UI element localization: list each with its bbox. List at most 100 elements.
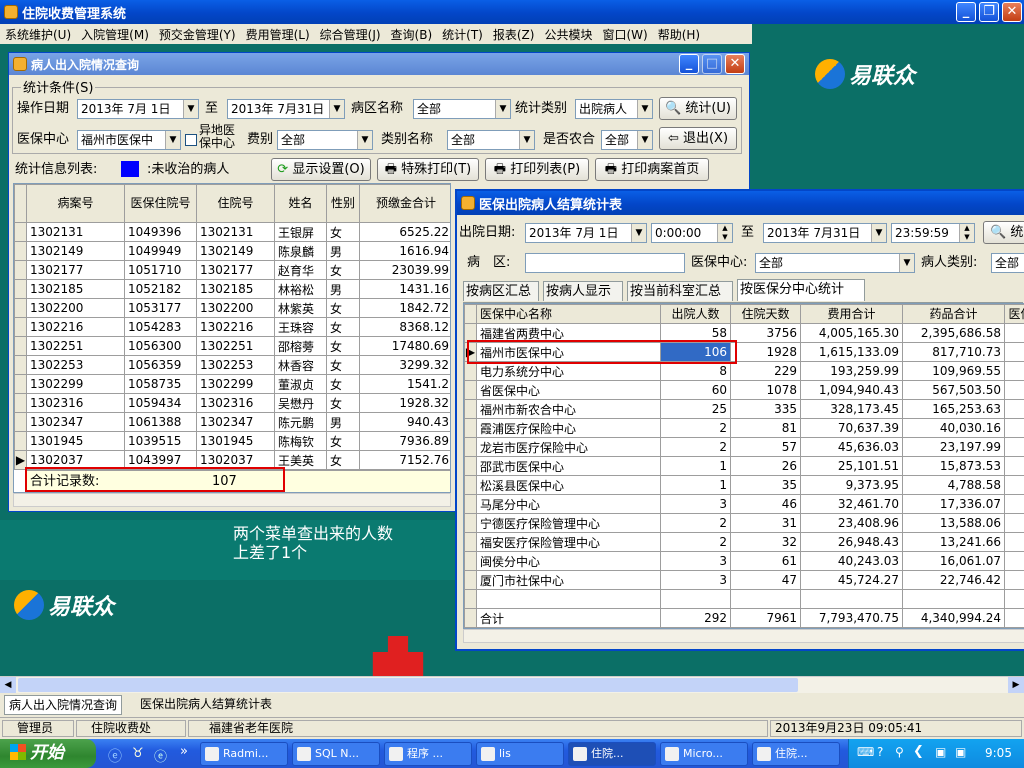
center-select[interactable]: 福州市医保中 ▼ xyxy=(77,130,181,150)
column-header[interactable]: 预缴金合计 xyxy=(359,184,450,223)
chevron-down-icon[interactable]: ▼ xyxy=(637,131,652,149)
column-header[interactable]: 医保 xyxy=(1004,304,1024,324)
table-row[interactable]: 1302185 1052182 1302185 林裕松男 1431.16 xyxy=(14,279,450,299)
wintab-admission[interactable]: 病人出入院情况查询 xyxy=(4,695,123,715)
close-button[interactable]: ✕ xyxy=(725,54,745,74)
table-row[interactable]: 厦门市社保中心 3 47 45,724.27 22,746.42 xyxy=(464,570,1024,590)
table-row[interactable]: 1302253 1056359 1302253 林香容女 3299.32 xyxy=(14,355,450,375)
column-header[interactable]: 医保住院号 xyxy=(124,184,197,223)
table-row[interactable]: 霞浦医疗保险中心 2 81 70,637.39 40,030.16 xyxy=(464,418,1024,438)
monitor-icon[interactable]: ▣ xyxy=(955,745,966,759)
menu-item[interactable]: 查询(B) xyxy=(386,26,438,43)
chevron-down-icon[interactable]: ▼ xyxy=(357,131,372,149)
task-item[interactable]: SQL N... xyxy=(292,742,380,766)
scroll-right-icon[interactable]: ▶ xyxy=(1008,677,1024,693)
scroll-left-icon[interactable]: ◀ xyxy=(0,677,16,693)
menu-item[interactable]: 公共模块 xyxy=(539,26,597,43)
menu-item[interactable]: 入院管理(M) xyxy=(76,26,154,43)
wintab-settlement[interactable]: 医保出院病人结算统计表 xyxy=(136,695,276,715)
date-from-picker[interactable]: 2013年 7月 1日 ▼ xyxy=(77,99,199,119)
remote-center-checkbox[interactable] xyxy=(185,134,197,146)
chevron-down-icon[interactable]: ▼ xyxy=(495,100,510,118)
table-row[interactable]: 1301945 1039515 1301945 陈梅钦女 7936.89 xyxy=(14,431,450,451)
column-header[interactable]: 费用合计 xyxy=(800,304,903,324)
discharge-date-from[interactable]: 2013年 7月 1日 ▼ xyxy=(525,223,647,243)
chevron-down-icon[interactable]: ▼ xyxy=(165,131,180,149)
cat-select[interactable]: 全部 ▼ xyxy=(447,130,535,150)
center-select[interactable]: 全部 ▼ xyxy=(755,253,915,273)
column-header[interactable]: 姓名 xyxy=(274,184,327,223)
display-settings-button[interactable]: ⟳ 显示设置(O) xyxy=(271,158,371,181)
time-from-spinner[interactable]: 0:00:00 ▲ ▼ xyxy=(651,223,733,243)
task-item[interactable]: 住院... xyxy=(752,742,840,766)
table-row[interactable]: 1302299 1058735 1302299 董淑贞女 1541.2 xyxy=(14,374,450,394)
tray-expand-icon[interactable]: ❮ xyxy=(913,744,924,759)
table-row[interactable]: 1302131 1049396 1302131 王银屏女 6525.22 xyxy=(14,222,450,242)
chevron-down-icon[interactable]: ▼ xyxy=(871,224,886,242)
menu-item[interactable]: 窗口(W) xyxy=(597,26,652,43)
w1-hscrollbar[interactable] xyxy=(13,493,451,507)
minimize-button[interactable]: _ xyxy=(956,2,976,22)
tab-by-ward[interactable]: 按病区汇总 xyxy=(463,281,539,301)
table-row[interactable]: 电力系统分中心 8 229 193,259.99 109,969.55 xyxy=(464,361,1024,381)
table-row[interactable]: 福州市新农合中心 25 335 328,173.45 165,253.63 xyxy=(464,399,1024,419)
ward-input[interactable] xyxy=(525,253,685,273)
table-row[interactable]: 松溪县医保中心 1 35 9,373.95 4,788.58 xyxy=(464,475,1024,495)
exit-button[interactable]: ⇦ 退出(X) xyxy=(659,127,737,150)
table-row[interactable]: 1302177 1051710 1302177 赵育华女 23039.99 xyxy=(14,260,450,280)
menu-item[interactable]: 报表(Z) xyxy=(488,26,540,43)
quicklaunch-icon[interactable]: ⓔ xyxy=(154,746,167,765)
time-to-spinner[interactable]: 23:59:59 ▲ ▼ xyxy=(891,223,975,243)
help-icon[interactable]: ? xyxy=(877,745,883,759)
scroll-thumb[interactable] xyxy=(18,678,798,692)
column-header[interactable]: 病案号 xyxy=(26,184,125,223)
quicklaunch-icon[interactable]: ♉ xyxy=(132,746,144,761)
task-item[interactable]: 住院... xyxy=(568,742,656,766)
special-print-button[interactable]: 🖶 特殊打印(T) xyxy=(377,158,479,181)
menu-item[interactable]: 综合管理(J) xyxy=(315,26,386,43)
start-button[interactable]: 开始 xyxy=(0,739,96,768)
keyboard-icon[interactable]: ⌨ xyxy=(857,745,874,759)
print-list-button[interactable]: 🖶 打印列表(P) xyxy=(485,158,589,181)
table-row[interactable]: 1302316 1059434 1302316 吴懋丹女 1928.32 xyxy=(14,393,450,413)
tab-by-patient[interactable]: 按病人显示 xyxy=(543,281,623,301)
spinner-arrows-icon[interactable]: ▲ ▼ xyxy=(717,224,732,242)
column-header[interactable]: 出院人数 xyxy=(660,304,731,324)
monitor-icon[interactable]: ▣ xyxy=(935,745,946,759)
table-row[interactable]: 马尾分中心 3 46 32,461.70 17,336.07 xyxy=(464,494,1024,514)
chevron-down-icon[interactable]: ▼ xyxy=(519,131,534,149)
task-item[interactable]: Micro... xyxy=(660,742,748,766)
fee-select[interactable]: 全部 ▼ xyxy=(277,130,373,150)
table-row[interactable]: 宁德医疗保险管理中心 2 31 23,408.96 13,588.06 xyxy=(464,513,1024,533)
task-item[interactable]: Radmi... xyxy=(200,742,288,766)
column-header[interactable]: 医保中心名称 xyxy=(476,304,661,324)
chevron-down-icon[interactable]: ▼ xyxy=(183,100,198,118)
coop-select[interactable]: 全部 ▼ xyxy=(601,130,653,150)
chevron-down-icon[interactable]: ▼ xyxy=(631,224,646,242)
w2-hscrollbar[interactable] xyxy=(463,629,1024,643)
minimize-button[interactable]: _ xyxy=(679,54,699,74)
table-row[interactable]: 闽侯分中心 3 61 40,243.03 16,061.07 xyxy=(464,551,1024,571)
network-icon[interactable]: ⚲ xyxy=(895,745,904,759)
table-row[interactable]: 龙岩市医疗保险中心 2 57 45,636.03 23,197.99 xyxy=(464,437,1024,457)
main-hscrollbar[interactable]: ◀ ▶ xyxy=(0,676,1024,693)
tab-by-dept[interactable]: 按当前科室汇总 xyxy=(627,281,733,301)
close-button[interactable]: ✕ xyxy=(1002,2,1022,22)
table-row[interactable]: 1302347 1061388 1302347 陈元鹏男 940.43 xyxy=(14,412,450,432)
menu-item[interactable]: 统计(T) xyxy=(437,26,488,43)
w2-stat-button[interactable]: 🔍 统 xyxy=(983,221,1024,244)
patient-type-select[interactable]: 全部 xyxy=(991,253,1024,273)
chevron-down-icon[interactable]: ▼ xyxy=(329,100,344,118)
stat-button[interactable]: 🔍 统计(U) xyxy=(659,97,737,120)
chevron-down-icon[interactable]: ▼ xyxy=(637,100,652,118)
column-header[interactable]: 药品合计 xyxy=(902,304,1005,324)
table-row[interactable]: 1302216 1054283 1302216 王珠容女 8368.12 xyxy=(14,317,450,337)
table-row[interactable]: 1302200 1053177 1302200 林紫英女 1842.72 xyxy=(14,298,450,318)
task-item[interactable]: 程序 ... xyxy=(384,742,472,766)
ie-icon[interactable]: ⓔ xyxy=(108,746,122,766)
ward-select[interactable]: 全部 ▼ xyxy=(413,99,511,119)
menu-item[interactable]: 预交金管理(Y) xyxy=(154,26,241,43)
maximize-button[interactable]: □ xyxy=(702,54,722,74)
table-row[interactable]: 1302251 1056300 1302251 邵榕蒡女 17480.69 xyxy=(14,336,450,356)
quicklaunch-more-icon[interactable]: » xyxy=(180,744,188,759)
